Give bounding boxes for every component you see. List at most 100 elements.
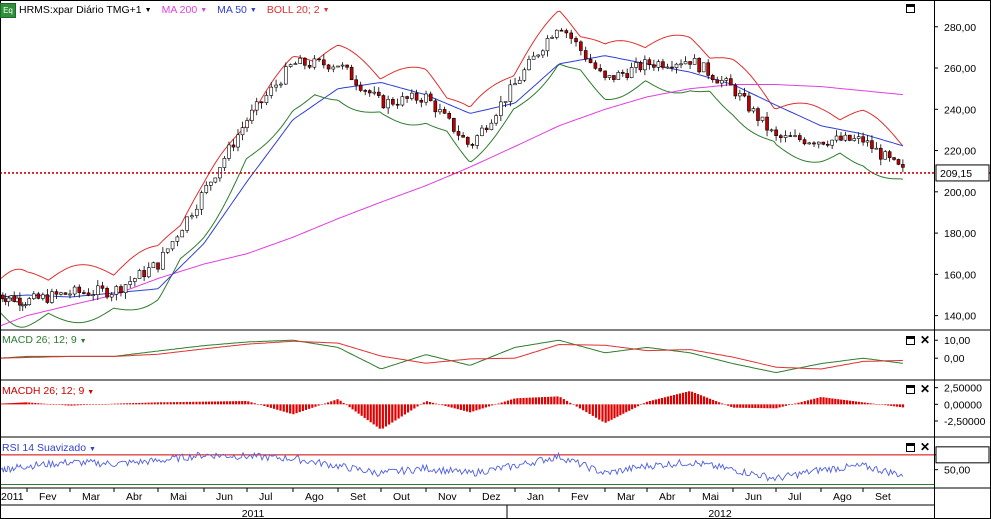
x-month-label: Jul	[259, 491, 272, 503]
maximize-rsi-panel-button[interactable]	[906, 443, 915, 452]
macdh-bar	[843, 399, 846, 405]
candle-body	[688, 61, 692, 65]
macdh-bar	[98, 404, 101, 405]
x-month-label: Jul	[788, 491, 801, 503]
macdh-bar	[736, 404, 739, 408]
candle-body	[738, 93, 742, 97]
macdh-y-tick-label: 2,50000	[944, 383, 982, 395]
macdh-bar	[681, 392, 685, 405]
macdh-panel-label[interactable]: MACDH 26; 12; 9 ▼	[2, 385, 94, 397]
price-candle	[470, 142, 475, 149]
dropdown-arrow-icon[interactable]: ▼	[250, 7, 257, 14]
candle-body	[298, 57, 302, 64]
price-candle	[554, 29, 559, 40]
price-candle	[550, 35, 554, 39]
price-candle	[345, 64, 349, 70]
candle-body	[433, 100, 438, 113]
price-candle	[629, 62, 634, 79]
macdh-bar	[101, 404, 104, 405]
macdh-bar	[754, 404, 757, 409]
candle-body	[550, 37, 554, 39]
candle-body	[303, 57, 307, 66]
dropdown-arrow-icon[interactable]: ▼	[87, 389, 94, 396]
candle-body	[27, 298, 32, 306]
candle-body	[701, 62, 706, 73]
price-candle	[227, 141, 231, 161]
maximize-price-panel-button[interactable]	[906, 4, 915, 13]
macdh-bar	[748, 404, 751, 408]
macd-panel-label[interactable]: MACD 26; 12; 9 ▼	[2, 334, 87, 346]
maximize-macdh-panel-button[interactable]	[906, 385, 915, 394]
x-year-label: 2012	[708, 508, 732, 519]
legend-boll[interactable]: BOLL 20; 2 ▼	[267, 4, 330, 16]
macdh-bar	[544, 396, 547, 405]
legend-ma50[interactable]: MA 50 ▼	[217, 4, 257, 16]
macdh-bar	[330, 401, 333, 405]
macdh-bar	[594, 404, 598, 418]
macdh-bar	[450, 404, 453, 408]
candle-body	[574, 38, 578, 43]
macdh-bar	[135, 402, 138, 405]
macdh-bar	[569, 402, 572, 405]
macdh-bar	[348, 404, 351, 408]
macdh-bar	[110, 403, 113, 405]
legend-instrument[interactable]: Eq HRMS:xpar Diário TMG+1 ▼	[0, 2, 152, 18]
macdh-bar	[76, 404, 79, 406]
macdh-bar	[285, 404, 289, 413]
macdh-bar	[739, 404, 742, 408]
price-candle	[133, 277, 137, 287]
price-candle	[288, 63, 293, 68]
price-candle	[656, 59, 661, 72]
candle-body	[340, 64, 345, 67]
price-candle	[612, 75, 616, 83]
candle-body	[883, 151, 888, 160]
price-candle	[86, 288, 91, 297]
candle-body	[674, 63, 679, 68]
dropdown-arrow-icon[interactable]: ▼	[80, 338, 87, 345]
legend-ma200[interactable]: MA 200 ▼	[162, 4, 208, 16]
rsi-panel-label[interactable]: RSI 14 Suavizado ▼	[2, 442, 96, 454]
price-candle	[733, 83, 738, 100]
macdh-bar	[575, 404, 578, 407]
dropdown-arrow-icon[interactable]: ▼	[89, 446, 96, 453]
macdh-bar	[422, 402, 425, 405]
price-candle	[72, 285, 77, 297]
macdh-bar	[195, 401, 198, 405]
macdh-bar	[419, 404, 422, 405]
candle-body	[45, 294, 50, 303]
macdh-bar	[547, 396, 550, 405]
candle-body	[424, 93, 428, 103]
price-candle	[652, 59, 656, 71]
close-macd-panel-icon[interactable]: ✕	[920, 334, 930, 346]
dropdown-arrow-icon[interactable]: ▼	[323, 7, 330, 14]
macdh-bar	[522, 397, 525, 405]
dropdown-arrow-icon[interactable]: ▼	[200, 7, 207, 14]
price-candle	[96, 280, 100, 301]
price-y-tick-label: 200,00	[944, 187, 976, 199]
candle-body	[710, 75, 715, 81]
macdh-bar	[763, 404, 766, 409]
macdh-bar	[494, 404, 497, 405]
macdh-bar	[166, 402, 169, 405]
price-candle	[250, 104, 254, 124]
candle-body	[541, 50, 545, 56]
candle-body	[892, 157, 896, 160]
close-rsi-panel-icon[interactable]: ✕	[920, 441, 930, 453]
candle-body	[213, 177, 218, 183]
candle-body	[475, 135, 479, 146]
macdh-bar	[733, 404, 736, 408]
macdh-bar	[625, 404, 628, 413]
rsi-band-box	[935, 446, 990, 464]
candle-body	[503, 101, 508, 103]
price-candle	[23, 302, 28, 309]
dropdown-arrow-icon[interactable]: ▼	[145, 7, 152, 14]
macdh-bar	[772, 404, 775, 409]
price-candle	[218, 167, 222, 182]
maximize-macd-panel-button[interactable]	[906, 336, 915, 345]
candle-body	[647, 59, 652, 66]
close-macdh-panel-icon[interactable]: ✕	[920, 383, 930, 395]
candle-body	[742, 93, 747, 97]
macdh-bar	[403, 404, 407, 415]
candle-body	[414, 92, 419, 101]
macdh-bar	[887, 404, 890, 406]
